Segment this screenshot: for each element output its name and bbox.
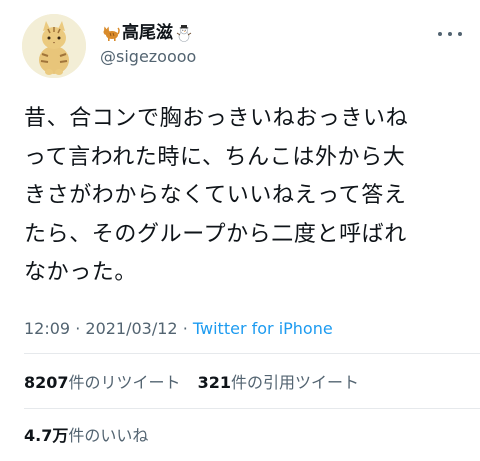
quotes-stat[interactable]: 321件の引用ツイート: [198, 373, 359, 392]
avatar[interactable]: [22, 14, 86, 78]
meta-separator: ·: [75, 319, 81, 338]
snowman-emoji-icon: [175, 24, 193, 42]
divider: [24, 353, 480, 354]
display-name: 高尾滋: [122, 23, 173, 43]
more-options-icon[interactable]: [438, 26, 462, 42]
tweet-meta: 12:09 · 2021/03/12 · Twitter for iPhone: [24, 318, 333, 340]
quotes-label: 件の引用ツイート: [231, 373, 360, 392]
tweet-card: 高尾滋 @sigezoooo 昔、合コンで胸おっきいねおっきいね って言われた時…: [0, 0, 480, 461]
author-handle[interactable]: @sigezoooo: [100, 46, 196, 68]
author-names: 高尾滋 @sigezoooo: [100, 22, 196, 68]
display-name-row[interactable]: 高尾滋: [100, 22, 196, 44]
likes-count: 4.7万: [24, 426, 69, 445]
retweets-stat[interactable]: 8207件のリツイート: [24, 373, 181, 392]
tweet-text: 昔、合コンで胸おっきいねおっきいね って言われた時に、ちんこは外から大 きさがわ…: [24, 106, 409, 285]
tweet-date[interactable]: 2021/03/12: [85, 319, 177, 338]
retweets-label: 件のリツイート: [68, 373, 181, 392]
tweet-header: 高尾滋 @sigezoooo: [22, 14, 462, 78]
dot: [438, 32, 442, 36]
divider: [24, 408, 480, 409]
cat-emoji-icon: [102, 24, 120, 42]
meta-separator: ·: [182, 319, 188, 338]
dot: [458, 32, 462, 36]
retweets-count: 8207: [24, 373, 69, 392]
tweet-source-link[interactable]: Twitter for iPhone: [193, 319, 333, 338]
tweet-stats: 8207件のリツイート 321件の引用ツイート: [24, 372, 371, 394]
dot: [448, 32, 452, 36]
quotes-count: 321: [197, 373, 232, 392]
likes-label: 件のいいね: [68, 426, 149, 445]
likes-stat[interactable]: 4.7万件のいいね: [24, 425, 148, 447]
tweet-time[interactable]: 12:09: [24, 319, 70, 338]
